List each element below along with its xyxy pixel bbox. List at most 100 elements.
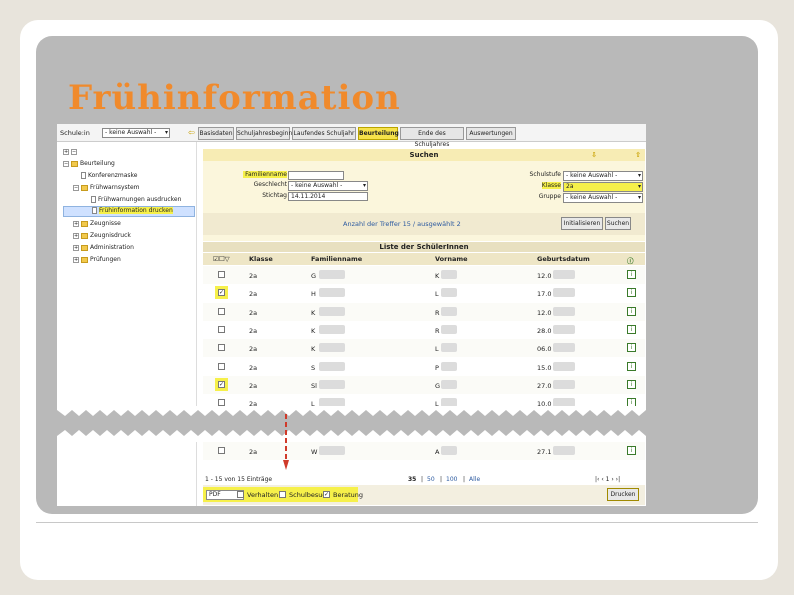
collapse-all-icon[interactable]: − (71, 148, 77, 155)
search-header: Suchen ⇩ ⇧ (203, 149, 645, 161)
tree-label: Frühinformation drucken (99, 207, 173, 214)
expand-icon[interactable]: + (73, 232, 79, 239)
redacted-name (441, 306, 457, 316)
cell-familienname: K (311, 326, 316, 335)
row-checkbox[interactable]: ✓ (218, 380, 225, 388)
schule-select[interactable]: - keine Auswahl - ▾ (102, 128, 170, 138)
tab-basisdaten[interactable]: Basisdaten (198, 127, 234, 140)
tree-item-administration[interactable]: + Administration (73, 244, 134, 251)
treffer-text[interactable]: Anzahl der Treffer 15 / ausgewählt 2 (343, 220, 461, 228)
table-row[interactable]: 2a G K 12.0 i (203, 266, 645, 284)
row-checkbox[interactable] (218, 362, 225, 370)
redacted-name (441, 324, 457, 334)
familienname-input[interactable] (288, 171, 344, 180)
page-size-35[interactable]: 35 (408, 476, 416, 483)
page-size-100[interactable]: 100 (446, 476, 457, 483)
tree-label: Frühwarnsystem (90, 184, 140, 191)
info-icon[interactable]: i (627, 324, 636, 334)
info-icon[interactable]: i (627, 306, 636, 316)
pager-controls[interactable]: |‹ ‹ 1 › ›| (595, 476, 620, 483)
cell-vorname: P (435, 363, 439, 372)
col-familienname[interactable]: Familienname (311, 255, 362, 263)
table-row[interactable]: 2a K R 12.0 i (203, 302, 645, 321)
tree-item-zeugnisse[interactable]: + Zeugnisse (73, 220, 121, 227)
red-arrow-annotation (283, 414, 289, 470)
tab-beurteilung[interactable]: Beurteilung (358, 127, 399, 140)
col-vorname[interactable]: Vorname (435, 255, 468, 263)
page-size-alle[interactable]: Alle (469, 476, 480, 483)
cell-klasse: 2a (249, 290, 258, 299)
redacted-date (553, 324, 575, 334)
down-arrow-icon[interactable]: ⇩ (591, 149, 597, 161)
redacted-name (319, 379, 345, 389)
tree-label: Zeugnisse (90, 220, 121, 227)
klasse-select[interactable]: 2a ▾ (563, 182, 643, 192)
tree-item-konferenzmaske[interactable]: Konferenzmaske (81, 172, 138, 179)
collapse-icon[interactable]: − (73, 184, 79, 191)
tab-auswertungen[interactable]: Auswertungen (466, 127, 516, 140)
table-row[interactable]: ✓ 2a H L 17.0 i (203, 284, 645, 303)
cell-vorname: R (435, 308, 440, 317)
redacted-name (319, 288, 345, 298)
expand-icon[interactable]: + (73, 244, 79, 251)
info-icon[interactable]: i (627, 361, 636, 371)
info-icon[interactable]: i (627, 343, 636, 353)
tab-ende-schuljahr[interactable]: Ende des Schuljahres (400, 127, 464, 148)
tree-item-beurteilung[interactable]: − Beurteilung (63, 160, 115, 167)
back-arrow-icon[interactable]: ⇦ (188, 128, 195, 137)
col-geburtsdatum[interactable]: Geburtsdatum (537, 255, 590, 263)
collapse-icon[interactable]: − (63, 160, 69, 167)
document-icon (92, 207, 97, 214)
expand-icon[interactable]: + (73, 220, 79, 227)
cell-vorname: L (435, 345, 439, 354)
tree-item-fruehwarnungen[interactable]: Frühwarnungen ausdrucken (91, 196, 181, 203)
info-icon[interactable]: i (627, 379, 636, 389)
stichtag-input[interactable]: 14.11.2014 (288, 192, 368, 201)
redacted-name (319, 324, 345, 334)
geschlecht-select[interactable]: - keine Auswahl - ▾ (288, 181, 368, 191)
suchen-button[interactable]: Suchen (605, 217, 631, 230)
row-checkbox[interactable] (218, 271, 225, 278)
row-checkbox[interactable] (218, 447, 225, 454)
up-arrow-icon[interactable]: ⇧ (635, 149, 641, 161)
cell-klasse: 2a (249, 363, 258, 372)
treffer-bar: Anzahl der Treffer 15 / ausgewählt 2 Ini… (203, 213, 645, 235)
folder-icon (81, 244, 88, 251)
table-row[interactable]: 2a S P 15.0 i (203, 357, 645, 376)
row-checkbox[interactable] (218, 307, 225, 315)
tree-item-pruefungen[interactable]: + Prüfungen (73, 256, 121, 263)
gruppe-select[interactable]: - keine Auswahl - ▾ (563, 193, 643, 203)
tab-laufendes-schuljahr[interactable]: Laufendes Schuljahr (292, 127, 356, 140)
chevron-down-icon: ▾ (362, 182, 366, 189)
beratung-checkbox[interactable]: ✓ (323, 491, 330, 498)
table-row[interactable]: ✓ 2a Sl G 27.0 i (203, 375, 645, 394)
table-row[interactable]: 2a W A 27.1 i (203, 442, 645, 460)
row-checkbox[interactable]: ✓ (218, 289, 225, 297)
tree-item-fruehinformation[interactable]: Frühinformation drucken (63, 206, 195, 217)
select-all-checkbox[interactable]: ☑☐▽ (213, 255, 230, 263)
row-checkbox[interactable] (218, 325, 225, 333)
table-row[interactable]: 2a K R 28.0 i (203, 320, 645, 339)
expand-icon[interactable]: + (73, 256, 79, 263)
info-icon[interactable]: i (627, 288, 636, 298)
info-icon[interactable]: i (627, 270, 636, 279)
page-size-50[interactable]: 50 (427, 476, 435, 483)
initialisieren-button[interactable]: Initialisieren (561, 217, 603, 230)
cell-vorname: K (435, 272, 440, 280)
redacted-name (441, 361, 457, 371)
verhalten-checkbox[interactable] (237, 491, 244, 498)
folder-icon (81, 232, 88, 239)
schulbesuch-checkbox[interactable] (279, 491, 286, 498)
schulstufe-select[interactable]: - keine Auswahl - ▾ (563, 171, 643, 181)
tree-item-fruehwarnsystem[interactable]: − Frühwarnsystem (73, 184, 140, 191)
row-checkbox[interactable] (218, 344, 225, 352)
schule-label: Schule:in (60, 129, 90, 137)
info-icon[interactable]: i (627, 446, 636, 455)
col-klasse[interactable]: Klasse (249, 255, 273, 263)
table-row[interactable]: 2a K L 06.0 i (203, 339, 645, 358)
tree-item-zeugnisdruck[interactable]: + Zeugnisdruck (73, 232, 131, 239)
expand-all-icon[interactable]: + (63, 148, 69, 155)
drucken-button[interactable]: Drucken (607, 488, 639, 501)
tree-label: Frühwarnungen ausdrucken (98, 196, 182, 203)
tab-schuljahresbeginn[interactable]: Schuljahresbeginn (236, 127, 292, 140)
